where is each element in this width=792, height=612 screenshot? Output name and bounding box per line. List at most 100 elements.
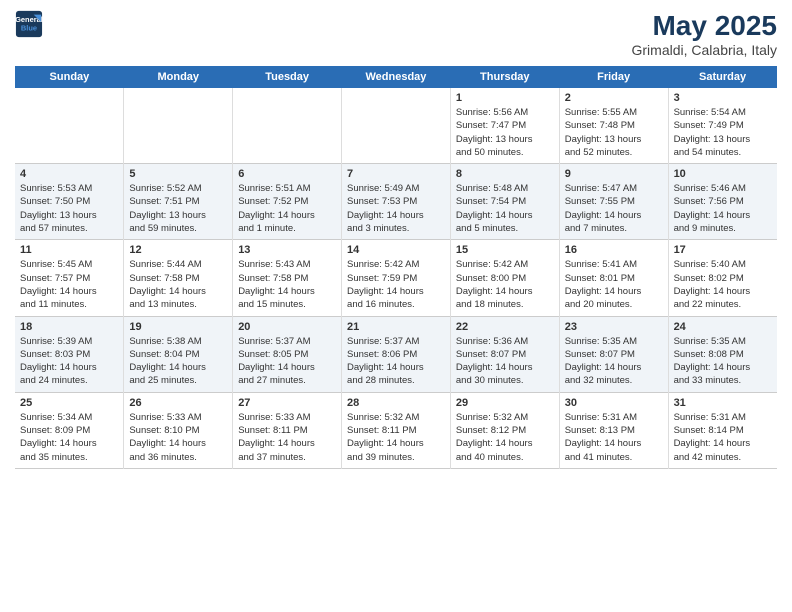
col-saturday: Saturday xyxy=(668,66,777,88)
cell-w4-d6: 23 Sunrise: 5:35 AM Sunset: 8:07 PM Dayli… xyxy=(559,316,668,392)
day-info: Sunrise: 5:37 AM Sunset: 8:06 PM Dayligh… xyxy=(347,335,445,388)
day-number: 4 xyxy=(20,168,118,180)
day-number: 5 xyxy=(129,168,227,180)
day-number: 7 xyxy=(347,168,445,180)
cell-w3-d2: 12 Sunrise: 5:44 AM Sunset: 7:58 PM Dayli… xyxy=(124,240,233,316)
day-number: 31 xyxy=(674,397,772,409)
day-number: 22 xyxy=(456,321,554,333)
day-info: Sunrise: 5:55 AM Sunset: 7:48 PM Dayligh… xyxy=(565,106,663,159)
day-number: 30 xyxy=(565,397,663,409)
day-number: 13 xyxy=(238,244,336,256)
day-info: Sunrise: 5:31 AM Sunset: 8:13 PM Dayligh… xyxy=(565,411,663,464)
cell-w5-d7: 31 Sunrise: 5:31 AM Sunset: 8:14 PM Dayli… xyxy=(668,392,777,468)
day-number: 6 xyxy=(238,168,336,180)
cell-w2-d4: 7 Sunrise: 5:49 AM Sunset: 7:53 PM Daylig… xyxy=(342,164,451,240)
day-number: 20 xyxy=(238,321,336,333)
day-number: 3 xyxy=(674,92,772,104)
calendar-table: Sunday Monday Tuesday Wednesday Thursday… xyxy=(15,66,777,469)
day-number: 24 xyxy=(674,321,772,333)
cell-w4-d1: 18 Sunrise: 5:39 AM Sunset: 8:03 PM Dayli… xyxy=(15,316,124,392)
day-info: Sunrise: 5:35 AM Sunset: 8:07 PM Dayligh… xyxy=(565,335,663,388)
cell-w4-d7: 24 Sunrise: 5:35 AM Sunset: 8:08 PM Dayli… xyxy=(668,316,777,392)
day-info: Sunrise: 5:31 AM Sunset: 8:14 PM Dayligh… xyxy=(674,411,772,464)
week-row-1: 1 Sunrise: 5:56 AM Sunset: 7:47 PM Daylig… xyxy=(15,88,777,164)
day-number: 26 xyxy=(129,397,227,409)
col-friday: Friday xyxy=(559,66,668,88)
day-info: Sunrise: 5:38 AM Sunset: 8:04 PM Dayligh… xyxy=(129,335,227,388)
cell-w5-d4: 28Sunrise: 5:32 AM Sunset: 8:11 PM Dayli… xyxy=(342,392,451,468)
cell-w2-d1: 4Sunrise: 5:53 AM Sunset: 7:50 PM Daylig… xyxy=(15,164,124,240)
page-container: General Blue May 2025 Grimaldi, Calabria… xyxy=(0,0,792,479)
cell-w3-d4: 14 Sunrise: 5:42 AM Sunset: 7:59 PM Dayli… xyxy=(342,240,451,316)
logo: General Blue xyxy=(15,10,43,38)
week-row-4: 18 Sunrise: 5:39 AM Sunset: 8:03 PM Dayli… xyxy=(15,316,777,392)
cell-w5-d1: 25 Sunrise: 5:34 AM Sunset: 8:09 PM Dayli… xyxy=(15,392,124,468)
day-info: Sunrise: 5:33 AM Sunset: 8:10 PM Dayligh… xyxy=(129,411,227,464)
day-number: 12 xyxy=(129,244,227,256)
day-info: Sunrise: 5:42 AM Sunset: 8:00 PM Dayligh… xyxy=(456,258,554,311)
day-info: Sunrise: 5:43 AM Sunset: 7:58 PM Dayligh… xyxy=(238,258,336,311)
cell-w1-d7: 3 Sunrise: 5:54 AM Sunset: 7:49 PM Daylig… xyxy=(668,88,777,164)
cell-w1-d4 xyxy=(342,88,451,164)
cell-w1-d5: 1 Sunrise: 5:56 AM Sunset: 7:47 PM Daylig… xyxy=(450,88,559,164)
cell-w5-d3: 27Sunrise: 5:33 AM Sunset: 8:11 PM Dayli… xyxy=(233,392,342,468)
day-number: 29 xyxy=(456,397,554,409)
day-info: Sunrise: 5:47 AM Sunset: 7:55 PM Dayligh… xyxy=(565,182,663,235)
day-number: 18 xyxy=(20,321,118,333)
cell-w2-d7: 10 Sunrise: 5:46 AM Sunset: 7:56 PM Dayli… xyxy=(668,164,777,240)
cell-w1-d1 xyxy=(15,88,124,164)
cell-w1-d3 xyxy=(233,88,342,164)
cell-w3-d5: 15Sunrise: 5:42 AM Sunset: 8:00 PM Dayli… xyxy=(450,240,559,316)
day-number: 28 xyxy=(347,397,445,409)
day-info: Sunrise: 5:56 AM Sunset: 7:47 PM Dayligh… xyxy=(456,106,554,159)
header-row: Sunday Monday Tuesday Wednesday Thursday… xyxy=(15,66,777,88)
cell-w2-d6: 9 Sunrise: 5:47 AM Sunset: 7:55 PM Daylig… xyxy=(559,164,668,240)
day-info: Sunrise: 5:35 AM Sunset: 8:08 PM Dayligh… xyxy=(674,335,772,388)
day-number: 16 xyxy=(565,244,663,256)
day-info: Sunrise: 5:49 AM Sunset: 7:53 PM Dayligh… xyxy=(347,182,445,235)
day-info: Sunrise: 5:41 AM Sunset: 8:01 PM Dayligh… xyxy=(565,258,663,311)
cell-w4-d3: 20 Sunrise: 5:37 AM Sunset: 8:05 PM Dayli… xyxy=(233,316,342,392)
day-info: Sunrise: 5:39 AM Sunset: 8:03 PM Dayligh… xyxy=(20,335,118,388)
col-tuesday: Tuesday xyxy=(233,66,342,88)
day-info: Sunrise: 5:46 AM Sunset: 7:56 PM Dayligh… xyxy=(674,182,772,235)
cell-w4-d4: 21Sunrise: 5:37 AM Sunset: 8:06 PM Dayli… xyxy=(342,316,451,392)
day-number: 9 xyxy=(565,168,663,180)
day-number: 11 xyxy=(20,244,118,256)
day-number: 25 xyxy=(20,397,118,409)
day-info: Sunrise: 5:37 AM Sunset: 8:05 PM Dayligh… xyxy=(238,335,336,388)
cell-w3-d7: 17 Sunrise: 5:40 AM Sunset: 8:02 PM Dayli… xyxy=(668,240,777,316)
day-info: Sunrise: 5:40 AM Sunset: 8:02 PM Dayligh… xyxy=(674,258,772,311)
day-info: Sunrise: 5:54 AM Sunset: 7:49 PM Dayligh… xyxy=(674,106,772,159)
col-monday: Monday xyxy=(124,66,233,88)
cell-w4-d5: 22 Sunrise: 5:36 AM Sunset: 8:07 PM Dayli… xyxy=(450,316,559,392)
subtitle: Grimaldi, Calabria, Italy xyxy=(632,42,778,58)
week-row-5: 25 Sunrise: 5:34 AM Sunset: 8:09 PM Dayli… xyxy=(15,392,777,468)
cell-w3-d3: 13 Sunrise: 5:43 AM Sunset: 7:58 PM Dayli… xyxy=(233,240,342,316)
day-number: 27 xyxy=(238,397,336,409)
day-number: 19 xyxy=(129,321,227,333)
cell-w2-d5: 8Sunrise: 5:48 AM Sunset: 7:54 PM Daylig… xyxy=(450,164,559,240)
day-number: 14 xyxy=(347,244,445,256)
day-number: 2 xyxy=(565,92,663,104)
day-info: Sunrise: 5:44 AM Sunset: 7:58 PM Dayligh… xyxy=(129,258,227,311)
cell-w5-d5: 29 Sunrise: 5:32 AM Sunset: 8:12 PM Dayli… xyxy=(450,392,559,468)
week-row-2: 4Sunrise: 5:53 AM Sunset: 7:50 PM Daylig… xyxy=(15,164,777,240)
day-info: Sunrise: 5:34 AM Sunset: 8:09 PM Dayligh… xyxy=(20,411,118,464)
day-info: Sunrise: 5:32 AM Sunset: 8:12 PM Dayligh… xyxy=(456,411,554,464)
header: General Blue May 2025 Grimaldi, Calabria… xyxy=(15,10,777,58)
cell-w2-d2: 5 Sunrise: 5:52 AM Sunset: 7:51 PM Daylig… xyxy=(124,164,233,240)
title-block: May 2025 Grimaldi, Calabria, Italy xyxy=(632,10,778,58)
day-number: 23 xyxy=(565,321,663,333)
day-info: Sunrise: 5:52 AM Sunset: 7:51 PM Dayligh… xyxy=(129,182,227,235)
day-info: Sunrise: 5:42 AM Sunset: 7:59 PM Dayligh… xyxy=(347,258,445,311)
day-info: Sunrise: 5:36 AM Sunset: 8:07 PM Dayligh… xyxy=(456,335,554,388)
day-number: 10 xyxy=(674,168,772,180)
day-number: 1 xyxy=(456,92,554,104)
day-info: Sunrise: 5:48 AM Sunset: 7:54 PM Dayligh… xyxy=(456,182,554,235)
main-title: May 2025 xyxy=(632,10,778,42)
logo-icon: General Blue xyxy=(15,10,43,38)
day-number: 17 xyxy=(674,244,772,256)
day-info: Sunrise: 5:45 AM Sunset: 7:57 PM Dayligh… xyxy=(20,258,118,311)
cell-w3-d1: 11 Sunrise: 5:45 AM Sunset: 7:57 PM Dayli… xyxy=(15,240,124,316)
